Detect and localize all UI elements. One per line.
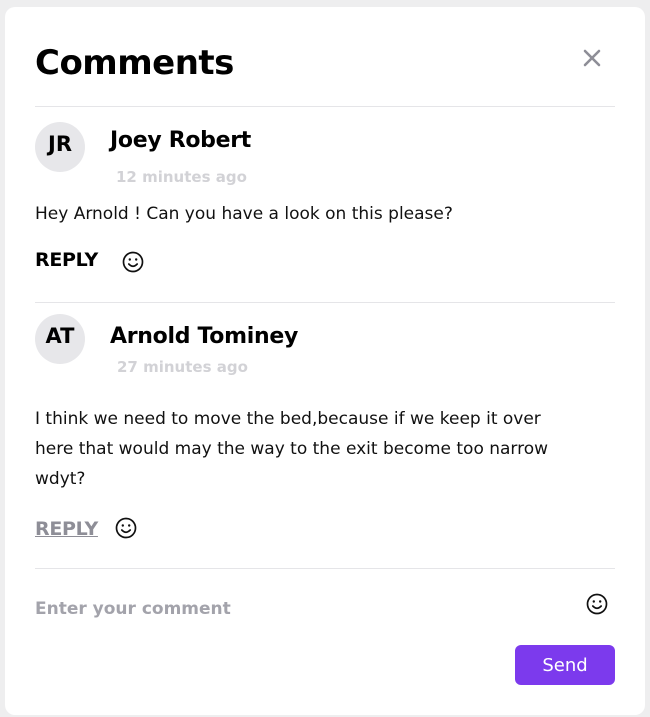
smiley-icon <box>586 593 608 615</box>
emoji-button[interactable] <box>121 250 145 274</box>
emoji-button[interactable] <box>114 516 138 540</box>
divider <box>35 302 615 303</box>
composer-emoji-button[interactable] <box>585 592 609 616</box>
comments-panel: Comments JR Joey Robert 12 minutes ago H… <box>5 7 645 715</box>
comment-text: Hey Arnold ! Can you have a look on this… <box>35 204 453 224</box>
comment-timestamp: 12 minutes ago <box>116 168 247 186</box>
close-button[interactable] <box>579 45 605 71</box>
smiley-icon <box>115 517 137 539</box>
comment-author: Arnold Tominey <box>110 324 298 349</box>
page-title: Comments <box>35 43 234 83</box>
reply-button[interactable]: REPLY <box>35 249 98 271</box>
avatar: JR <box>35 122 85 172</box>
divider <box>35 106 615 107</box>
reply-button[interactable]: REPLY <box>35 518 98 540</box>
smiley-icon <box>122 251 144 273</box>
send-button[interactable]: Send <box>515 645 615 685</box>
comment-author: Joey Robert <box>110 128 252 153</box>
avatar: AT <box>35 314 85 364</box>
close-icon <box>583 49 601 67</box>
comment-timestamp: 27 minutes ago <box>117 358 248 376</box>
comment-text: I think we need to move the bed,because … <box>35 409 549 489</box>
divider <box>35 568 615 569</box>
comment-input[interactable] <box>35 592 575 626</box>
